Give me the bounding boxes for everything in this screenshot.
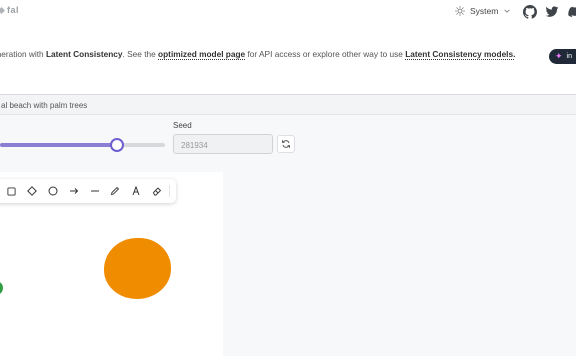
eraser-icon [152,187,162,196]
orange-circle-shape[interactable] [104,238,171,299]
drawing-toolbar [0,179,176,203]
arrow-tool[interactable] [68,185,80,197]
rectangle-tool[interactable] [5,185,17,197]
twitter-icon[interactable] [545,5,559,19]
description-text: . See the [122,49,159,59]
pencil-icon [110,186,120,196]
sparkle-icon: ✦ [555,51,563,61]
eraser-tool[interactable] [151,185,163,197]
lcm-models-link[interactable]: Latent Consistency models. [405,49,515,59]
diamond-tool[interactable] [26,185,38,197]
top-navigation: fal System [0,0,576,24]
github-icon[interactable] [523,5,537,19]
seed-label: Seed [173,121,192,130]
discord-icon[interactable] [568,5,576,19]
randomize-seed-button[interactable] [277,135,295,153]
description-text: eneration with [0,49,44,59]
description-text: for API access or explore other way to u… [245,49,406,59]
strength-slider-thumb[interactable] [110,138,124,152]
prompt-text: al beach with palm trees [1,101,88,110]
logo-mark-icon [0,6,5,14]
line-icon [91,190,99,192]
model-name: Latent Consistency [45,49,123,59]
fal-logo[interactable]: fal [0,5,19,15]
ellipse-icon [48,186,58,196]
rectangle-icon [6,186,16,196]
text-icon [132,186,140,196]
strength-slider-track[interactable] [0,143,165,147]
draw-tool[interactable] [109,185,121,197]
chevron-down-icon [504,9,511,13]
arrow-right-icon [70,188,79,194]
toolbar-divider [169,185,170,197]
line-tool[interactable] [89,185,101,197]
logo-text: fal [7,5,20,15]
refresh-icon [282,140,290,148]
seed-input[interactable]: 281934 [173,134,273,154]
optimized-model-link[interactable]: optimized model page [158,49,245,59]
page-description: eneration with Latent Consistency. See t… [0,49,515,59]
theme-label: System [470,6,499,16]
seed-placeholder: 281934 [181,141,208,150]
ellipse-tool[interactable] [47,185,59,197]
text-tool[interactable] [130,185,142,197]
diamond-icon [27,186,37,196]
pill-label: in [566,53,572,60]
sun-icon [455,6,465,16]
promo-pill-button[interactable]: ✦ in [549,49,576,64]
theme-selector[interactable]: System [455,6,511,16]
prompt-input[interactable]: al beach with palm trees [0,94,576,115]
strength-slider-fill [0,143,116,147]
